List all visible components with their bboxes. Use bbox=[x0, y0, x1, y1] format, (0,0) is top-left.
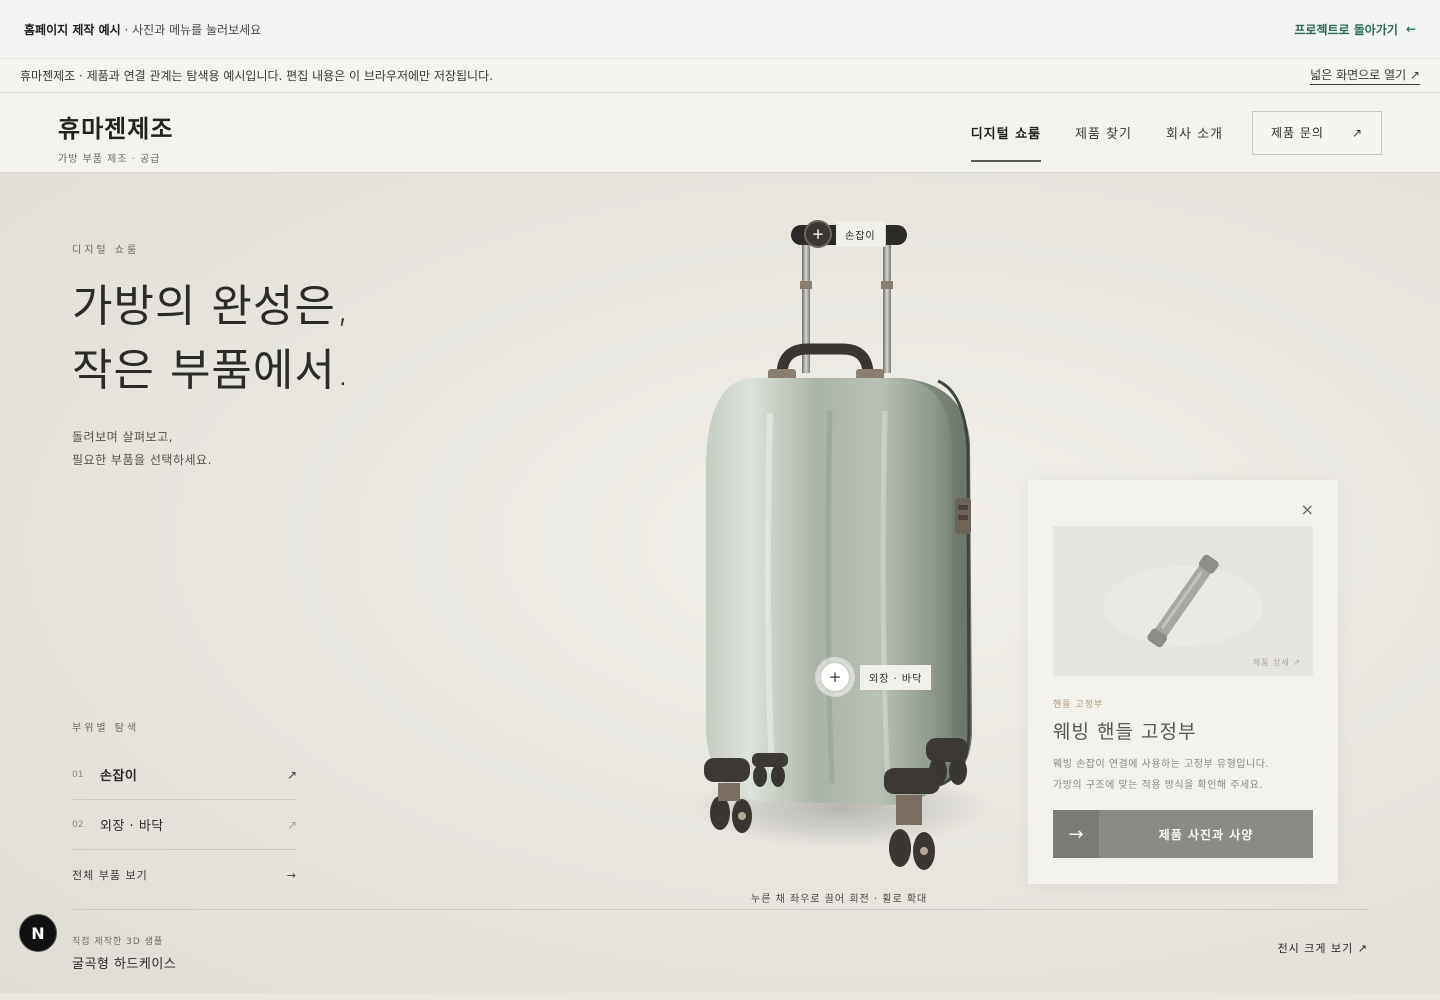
part-row-handle[interactable]: 01 손잡이 ↗ bbox=[72, 750, 297, 800]
brand-name: 휴마젠제조 bbox=[58, 115, 174, 143]
arrow-right-icon: → bbox=[286, 868, 297, 882]
site-header: 휴마젠제조 가방 부품 제조 · 공급 디지털 쇼룸 제품 찾기 회사 소개 제… bbox=[0, 93, 1440, 173]
project-hint: · 사진과 메뉴를 눌러보세요 bbox=[120, 22, 262, 37]
product-spec-button[interactable]: → 제품 사진과 사양 bbox=[1053, 810, 1313, 858]
lead-line-1: 돌려보며 살펴보고, bbox=[72, 430, 173, 444]
notice-bar: 휴마젠제조 · 제품과 연결 관계는 탐색용 예시입니다. 편집 내용은 이 브… bbox=[0, 59, 1440, 93]
notice-text: 휴마젠제조 · 제품과 연결 관계는 탐색용 예시입니다. 편집 내용은 이 브… bbox=[20, 69, 493, 83]
desc-line-2: 가방의 구조에 맞는 적용 방식을 확인해 주세요. bbox=[1053, 780, 1264, 791]
open-wide-link[interactable]: 넓은 화면으로 열기 ↗ bbox=[1310, 66, 1420, 85]
hero-headline: 가방의 완성은, 작은 부품에서. bbox=[72, 275, 351, 403]
project-title: 홈페이지 제작 예시 bbox=[24, 22, 121, 37]
headline-line-2: 작은 부품에서. bbox=[72, 345, 351, 396]
desc-line-1: 웨빙 손잡이 연결에 사용하는 고정부 유형입니다. bbox=[1053, 759, 1270, 770]
contact-button-label: 제품 문의 bbox=[1271, 126, 1324, 140]
part-number: 02 bbox=[72, 819, 84, 830]
part-row-shell[interactable]: 02 외장 · 바닥 ↗ bbox=[72, 800, 297, 850]
hotspot-handle[interactable]: + 손잡이 bbox=[804, 220, 885, 248]
arrow-left-icon: ← bbox=[1405, 22, 1416, 36]
product-detail-link[interactable]: 제품 상세 ↗ bbox=[1253, 657, 1301, 668]
sample-label: 직접 제작한 3D 샘플 bbox=[72, 937, 164, 947]
project-bar: 홈페이지 제작 예시 · 사진과 메뉴를 눌러보세요 프로젝트로 돌아가기 ← bbox=[0, 0, 1440, 59]
hero-eyebrow: 디지털 쇼룸 bbox=[72, 245, 140, 256]
back-to-project-link[interactable]: 프로젝트로 돌아가기 ← bbox=[1294, 21, 1416, 38]
brand[interactable]: 휴마젠제조 가방 부품 제조 · 공급 bbox=[58, 109, 173, 165]
brand-tagline: 가방 부품 제조 · 공급 bbox=[58, 154, 161, 165]
close-icon[interactable]: × bbox=[1301, 500, 1314, 519]
part-title: 웨빙 핸들 고정부 bbox=[1053, 721, 1197, 743]
part-description: 웨빙 손잡이 연결에 사용하는 고정부 유형입니다. 가방의 구조에 맞는 적용… bbox=[1053, 754, 1269, 796]
hotspot-label: 외장 · 바닥 bbox=[860, 664, 932, 690]
large-view-link[interactable]: 전시 크게 보기 ↗ bbox=[1278, 940, 1368, 956]
part-thumbnail[interactable]: 제품 상세 ↗ bbox=[1053, 526, 1313, 676]
view-all-parts-link[interactable]: 전체 부품 보기 → bbox=[72, 850, 297, 900]
nav-item-showroom[interactable]: 디지털 쇼룸 bbox=[954, 111, 1058, 164]
main-nav: 디지털 쇼룸 제품 찾기 회사 소개 제품 문의 ↗ bbox=[954, 110, 1382, 164]
part-category: 핸들 고정부 bbox=[1053, 700, 1104, 710]
plus-icon: + bbox=[820, 662, 850, 692]
arrow-up-right-icon: ↗ bbox=[286, 817, 297, 832]
parts-navigation: 부위별 탐색 01 손잡이 ↗ 02 외장 · 바닥 ↗ 전체 부품 보기 → bbox=[72, 719, 297, 900]
external-link-icon: ↗ bbox=[1351, 125, 1363, 140]
arrow-up-right-icon: ↗ bbox=[286, 767, 297, 782]
parts-nav-title: 부위별 탐색 bbox=[72, 723, 140, 734]
view-all-label: 전체 부품 보기 bbox=[72, 869, 148, 882]
part-number: 01 bbox=[72, 769, 84, 780]
back-label: 프로젝트로 돌아가기 bbox=[1294, 22, 1398, 37]
arrow-right-icon: → bbox=[1053, 810, 1099, 858]
product-spec-button-label: 제품 사진과 사양 bbox=[1158, 827, 1254, 842]
sample-name: 굴곡형 하드케이스 bbox=[72, 957, 177, 972]
handle-pole-right bbox=[883, 243, 891, 373]
divider bbox=[72, 909, 1368, 910]
lead-line-2: 필요한 부품을 선택하세요. bbox=[72, 453, 212, 467]
nav-item-about[interactable]: 회사 소개 bbox=[1149, 111, 1240, 164]
headline-line-1: 가방의 완성은, bbox=[72, 281, 351, 332]
plus-icon: + bbox=[804, 220, 832, 248]
contact-button[interactable]: 제품 문의 ↗ bbox=[1252, 110, 1382, 155]
webbing-handle-image bbox=[1103, 554, 1263, 648]
showroom-stage[interactable]: 디지털 쇼룸 가방의 완성은, 작은 부품에서. 돌려보며 살펴보고, 필요한 … bbox=[0, 173, 1440, 993]
project-bar-text: 홈페이지 제작 예시 · 사진과 메뉴를 눌러보세요 bbox=[24, 21, 261, 38]
n-logo-icon[interactable]: N bbox=[19, 914, 57, 952]
hotspot-label: 손잡이 bbox=[836, 221, 885, 247]
hotspot-shell[interactable]: + 외장 · 바닥 bbox=[820, 662, 932, 692]
suitcase-3d-model[interactable] bbox=[690, 213, 990, 873]
hero-lead: 돌려보며 살펴보고, 필요한 부품을 선택하세요. bbox=[72, 426, 212, 472]
nav-item-find-products[interactable]: 제품 찾기 bbox=[1058, 111, 1149, 164]
part-detail-card: × 제품 상세 ↗ 핸들 고정부 웨빙 핸들 고정부 웨빙 손잡이 연결에 사용… bbox=[1028, 480, 1338, 884]
part-label: 외장 · 바닥 bbox=[100, 819, 164, 834]
part-label: 손잡이 bbox=[100, 769, 138, 784]
interaction-hint: 누른 채 좌우로 끌어 회전 · 휠로 확대 bbox=[751, 894, 928, 905]
